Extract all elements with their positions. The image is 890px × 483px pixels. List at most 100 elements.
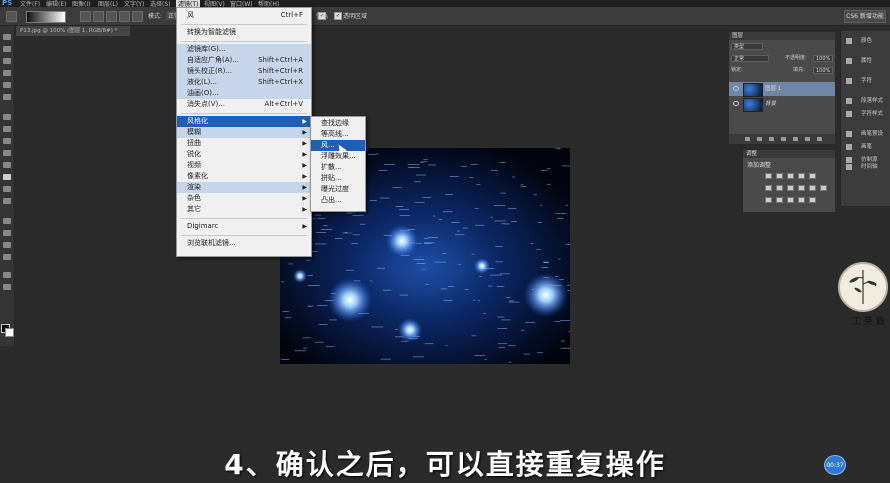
new-layer-icon[interactable]	[805, 137, 810, 141]
submenu-item-extrude[interactable]: 凸出...	[311, 195, 365, 206]
menu-item-vanishing-point[interactable]: 消失点(V)... Alt+Ctrl+V	[177, 99, 311, 110]
lasso-tool-icon[interactable]	[3, 58, 11, 64]
history-brush-tool-icon[interactable]	[3, 150, 11, 156]
background-color-swatch[interactable]	[5, 328, 14, 337]
photo-filter-icon[interactable]	[798, 185, 805, 191]
exposure-icon[interactable]	[798, 173, 805, 179]
menu-item-convert-smart-filter[interactable]: 转换为智能滤镜	[177, 27, 311, 38]
curves-icon[interactable]	[787, 173, 794, 179]
dock-item-brush-presets[interactable]: 画笔预设	[841, 128, 890, 140]
type-tool-icon[interactable]	[3, 230, 11, 236]
submenu-arrow-icon: ▶	[302, 140, 307, 147]
adjustments-tab[interactable]: 调整	[743, 150, 835, 158]
hand-tool-icon[interactable]	[3, 272, 11, 278]
menu-item-stylize[interactable]: 风格化 ▶	[177, 116, 311, 127]
posterize-icon[interactable]	[776, 197, 783, 203]
layers-tab[interactable]: 图层	[729, 32, 835, 40]
visibility-eye-icon[interactable]	[733, 101, 739, 106]
brightness-icon[interactable]	[765, 173, 772, 179]
linear-gradient-icon[interactable]	[80, 11, 91, 22]
workspace-switcher[interactable]: CS6 新增功能	[844, 10, 886, 23]
diamond-gradient-icon[interactable]	[132, 11, 143, 22]
paragraph-styles-icon	[846, 98, 852, 104]
dock-item-color[interactable]: 颜色	[841, 35, 890, 47]
brush-tool-icon[interactable]	[3, 126, 11, 132]
menu-item-distort[interactable]: 扭曲 ▶	[177, 138, 311, 149]
visibility-eye-icon[interactable]	[733, 86, 739, 91]
angle-gradient-icon[interactable]	[106, 11, 117, 22]
vibrance-icon[interactable]	[809, 173, 816, 179]
layer-row[interactable]: 背景	[729, 97, 835, 112]
menu-item-video[interactable]: 视频 ▶	[177, 160, 311, 171]
menu-item-browse-online[interactable]: 浏览联机滤镜...	[177, 238, 311, 249]
gradient-tool-active-icon[interactable]	[3, 174, 11, 180]
reflected-gradient-icon[interactable]	[119, 11, 130, 22]
black-white-icon[interactable]	[787, 185, 794, 191]
radial-gradient-icon[interactable]	[93, 11, 104, 22]
menu-item-noise[interactable]: 杂色 ▶	[177, 193, 311, 204]
layer-mask-icon[interactable]	[769, 137, 774, 141]
adjustment-layer-icon[interactable]	[781, 137, 786, 141]
marquee-tool-icon[interactable]	[3, 46, 11, 52]
path-select-tool-icon[interactable]	[3, 242, 11, 248]
submenu-item-diffuse[interactable]: 扩散...	[311, 162, 365, 173]
menu-item-filter-gallery[interactable]: 滤镜库(G)...	[177, 44, 311, 55]
selective-color-icon[interactable]	[809, 197, 816, 203]
menu-item-pixelate[interactable]: 像素化 ▶	[177, 171, 311, 182]
move-tool-icon[interactable]	[3, 34, 11, 40]
document-tab[interactable]: P13.jpg @ 100% (图层 1, RGB/8#) *	[16, 26, 130, 36]
invert-icon[interactable]	[765, 197, 772, 203]
color-lookup-icon[interactable]	[820, 185, 827, 191]
eraser-tool-icon[interactable]	[3, 162, 11, 168]
dock-item-character-styles[interactable]: 字符样式	[841, 108, 890, 120]
trash-icon[interactable]	[817, 137, 822, 141]
layer-row[interactable]: 图层 1	[729, 82, 835, 97]
menu-item-other[interactable]: 其它 ▶	[177, 204, 311, 215]
menu-item-sharpen[interactable]: 锐化 ▶	[177, 149, 311, 160]
dock-item-brush[interactable]: 画笔	[841, 141, 890, 153]
channel-mixer-icon[interactable]	[809, 185, 816, 191]
blend-mode-select[interactable]: 正常	[731, 55, 769, 62]
menu-item-last-filter[interactable]: 风 Ctrl+F	[177, 10, 311, 21]
submenu-item-tiles[interactable]: 拼贴...	[311, 173, 365, 184]
submenu-item-find-edges[interactable]: 查找边缘	[311, 118, 365, 129]
color-balance-icon[interactable]	[776, 185, 783, 191]
group-icon[interactable]	[793, 137, 798, 141]
zoom-tool-icon[interactable]	[3, 284, 11, 290]
pen-tool-icon[interactable]	[3, 218, 11, 224]
dock-item-properties[interactable]: 属性	[841, 55, 890, 67]
submenu-item-solarize[interactable]: 曝光过度	[311, 184, 365, 195]
threshold-icon[interactable]	[787, 197, 794, 203]
dock-item-timeline[interactable]: 时间轴	[841, 161, 890, 173]
eyedropper-tool-icon[interactable]	[3, 94, 11, 100]
menu-item-digimarc[interactable]: Digimarc ▶	[177, 221, 311, 232]
quick-select-tool-icon[interactable]	[3, 70, 11, 76]
menu-item-adaptive-wide-angle[interactable]: 自适应广角(A)... Shift+Ctrl+A	[177, 55, 311, 66]
layer-kind-filter[interactable]: 类型	[731, 43, 763, 50]
transparency-checkbox[interactable]: ✓	[334, 12, 342, 20]
submenu-item-contour[interactable]: 等高线...	[311, 129, 365, 140]
menu-item-lens-correction[interactable]: 镜头校正(R)... Shift+Ctrl+R	[177, 66, 311, 77]
menu-item-render[interactable]: 渲染 ▶	[177, 182, 311, 193]
dock-item-character[interactable]: 字符	[841, 75, 890, 87]
shape-tool-icon[interactable]	[3, 254, 11, 260]
crop-tool-icon[interactable]	[3, 82, 11, 88]
dodge-tool-icon[interactable]	[3, 198, 11, 204]
fill-input[interactable]: 100%	[813, 67, 833, 74]
properties-icon	[846, 58, 852, 64]
dock-item-paragraph-styles[interactable]: 段落样式	[841, 95, 890, 107]
menu-item-liquify[interactable]: 液化(L)... Shift+Ctrl+X	[177, 77, 311, 88]
gradient-picker[interactable]	[26, 11, 66, 23]
layer-style-icon[interactable]	[757, 137, 762, 141]
healing-tool-icon[interactable]	[3, 114, 11, 120]
clone-stamp-tool-icon[interactable]	[3, 138, 11, 144]
levels-icon[interactable]	[776, 173, 783, 179]
gradient-tool-icon[interactable]	[6, 11, 17, 22]
link-layers-icon[interactable]	[745, 137, 750, 141]
menu-item-blur[interactable]: 模糊 ▶	[177, 127, 311, 138]
menu-item-oil-paint[interactable]: 油画(O)...	[177, 88, 311, 99]
hue-saturation-icon[interactable]	[765, 185, 772, 191]
gradient-map-icon[interactable]	[798, 197, 805, 203]
opacity-input[interactable]: 100%	[813, 55, 833, 62]
blur-tool-icon[interactable]	[3, 186, 11, 192]
